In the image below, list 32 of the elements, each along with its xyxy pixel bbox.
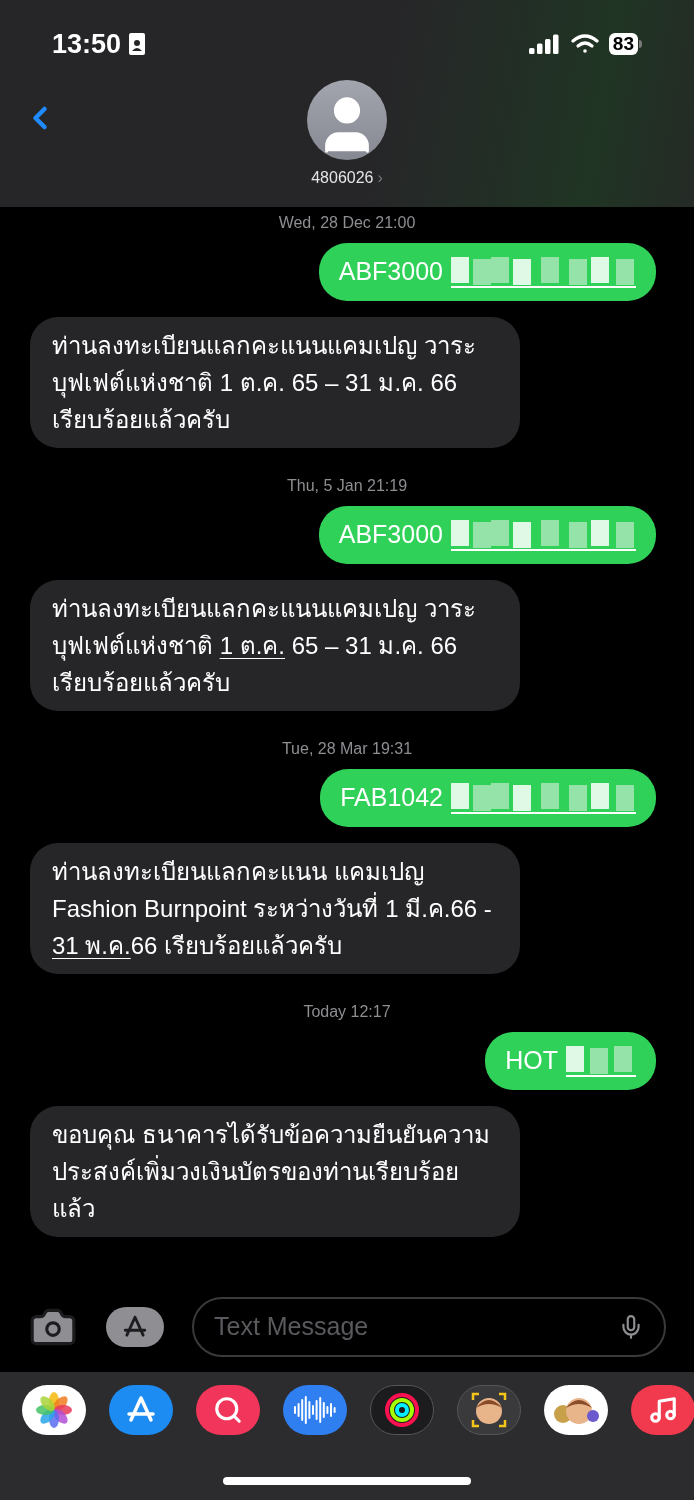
audio-wave-icon[interactable] bbox=[283, 1385, 347, 1435]
app-store-icon[interactable] bbox=[109, 1385, 173, 1435]
chevron-icon: › bbox=[377, 166, 383, 190]
message-timestamp: Thu, 5 Jan 21:19 bbox=[286, 476, 408, 496]
message-text: ท่านลงทะเบียนแลกคะแนนแคมเปญ วาระบุฟเฟต์แห่งชาติ 1 ต.ค. 65 – 31 ม.ค. 66 เรียบร้อยแล้วครับ bbox=[52, 594, 477, 698]
photos-app-icon[interactable] bbox=[22, 1385, 86, 1435]
signal-icon bbox=[528, 34, 561, 54]
message-text: ABF3000 bbox=[338, 519, 443, 551]
status-time: 13:50 bbox=[52, 27, 122, 61]
image-search-icon[interactable] bbox=[196, 1385, 260, 1435]
stickers-app-icon[interactable] bbox=[544, 1385, 608, 1435]
apps-button[interactable] bbox=[106, 1307, 164, 1347]
music-app-icon[interactable] bbox=[631, 1385, 694, 1435]
wifi-icon bbox=[570, 34, 599, 54]
contact-card-icon bbox=[129, 33, 146, 55]
redacted-mark bbox=[566, 1044, 636, 1078]
message-text: FAB1042 bbox=[340, 782, 443, 814]
message-text: ท่านลงทะเบียนแลกคะแนนแคมเปญ วาระบุฟเฟต์แห่งชาติ 1 ต.ค. 65 – 31 ม.ค. 66 เรียบร้อยแล้วครับ bbox=[52, 331, 477, 435]
message-text: ขอบคุณ ธนาคารได้รับข้อความยืนยันความประสงค์เพิ่มวงเงินบัตรของท่านเรียบร้อยแล้ว bbox=[52, 1120, 491, 1224]
message-text: ABF3000 bbox=[338, 256, 443, 288]
activity-rings-icon[interactable] bbox=[370, 1385, 434, 1435]
message-text: HOT bbox=[505, 1045, 558, 1077]
message-text: ท่านลงทะเบียนแลกคะแนน แคมเปญ Fashion Burnpoint ระหว่างวันที่ 1 มี.ค.66 - 31 พ.ค.66 เรียบร้อยแล้วครับ bbox=[52, 857, 493, 961]
message-input-field[interactable]: Text Message bbox=[192, 1297, 666, 1357]
battery-level: 83 bbox=[608, 33, 638, 55]
text-message-input[interactable]: Text Message bbox=[214, 1308, 618, 1346]
message-timestamp: Tue, 28 Mar 19:31 bbox=[281, 739, 413, 759]
avatar-app-icon[interactable] bbox=[457, 1385, 521, 1435]
message-timestamp: Wed, 28 Dec 21:00 bbox=[278, 213, 416, 233]
contact-name[interactable]: 4806026 bbox=[311, 166, 374, 190]
message-timestamp: Today 12:17 bbox=[303, 1002, 391, 1022]
battery-tip bbox=[639, 40, 642, 48]
